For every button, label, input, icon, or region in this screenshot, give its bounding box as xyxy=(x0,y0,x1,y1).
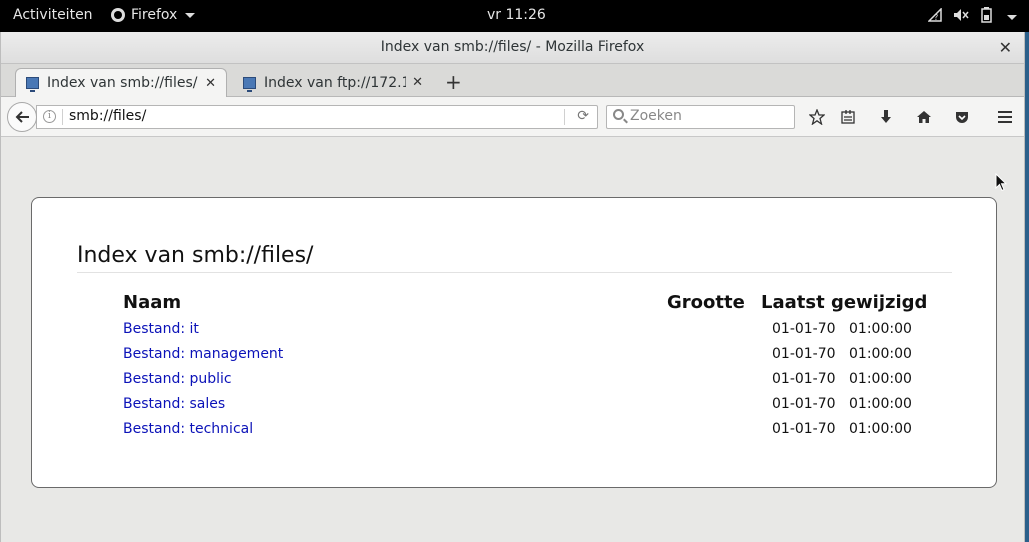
column-header-modified[interactable]: Laatst gewijzigd xyxy=(761,292,927,313)
window-titlebar[interactable]: Index van smb://files/ - Mozilla Firefox… xyxy=(1,32,1024,64)
column-header-size[interactable]: Grootte xyxy=(667,292,745,313)
battery-icon xyxy=(980,7,994,27)
modified-date: 01-01-70 xyxy=(772,346,836,362)
modified-date: 01-01-70 xyxy=(772,371,836,387)
search-input[interactable]: Zoeken xyxy=(606,105,795,129)
modified-time: 01:00:00 xyxy=(849,371,912,387)
svg-text:?: ? xyxy=(934,13,938,22)
search-placeholder: Zoeken xyxy=(630,108,682,124)
directory-listing-card: Index van smb://files/ Naam Grootte Laat… xyxy=(31,197,997,488)
modified-time: 01:00:00 xyxy=(849,321,912,337)
app-menu[interactable]: Firefox xyxy=(111,7,196,23)
window-title: Index van smb://files/ - Mozilla Firefox xyxy=(380,39,645,55)
firefox-icon xyxy=(111,8,125,22)
page-title: Index van smb://files/ xyxy=(77,243,314,268)
hamburger-menu-icon[interactable] xyxy=(993,105,1017,129)
clock[interactable]: vr 11:26 xyxy=(487,7,546,23)
tab-close-icon[interactable]: ✕ xyxy=(205,76,216,91)
modified-time: 01:00:00 xyxy=(849,396,912,412)
url-divider xyxy=(564,109,565,125)
downloads-icon[interactable] xyxy=(874,105,898,129)
site-info-icon[interactable]: i xyxy=(43,110,56,123)
tab-smb-files[interactable]: Index van smb://files/ ✕ xyxy=(15,68,227,97)
activities-button[interactable]: Activiteiten xyxy=(13,7,93,23)
page-content: Index van smb://files/ Naam Grootte Laat… xyxy=(1,138,1024,542)
table-row: Bestand: public 01-01-70 01:00:00 xyxy=(123,371,923,396)
system-status-area[interactable]: ? xyxy=(927,7,1017,27)
home-icon[interactable] xyxy=(912,105,936,129)
bookmarks-list-icon[interactable] xyxy=(836,105,860,129)
table-row: Bestand: it 01-01-70 01:00:00 xyxy=(123,321,923,346)
reload-icon[interactable]: ⟳ xyxy=(577,108,589,124)
system-menu-caret-icon xyxy=(1007,14,1017,20)
network-wireless-icon: ? xyxy=(927,7,942,26)
table-row: Bestand: management 01-01-70 01:00:00 xyxy=(123,346,923,371)
file-link[interactable]: Bestand: sales xyxy=(123,396,225,412)
navigation-toolbar: i smb://files/ ⟳ Zoeken xyxy=(1,97,1024,137)
gnome-top-bar: Activiteiten Firefox vr 11:26 ? xyxy=(0,0,1029,32)
table-row: Bestand: sales 01-01-70 01:00:00 xyxy=(123,396,923,421)
column-header-name[interactable]: Naam xyxy=(123,292,181,313)
url-text[interactable]: smb://files/ xyxy=(69,108,146,124)
bookmark-star-icon[interactable] xyxy=(805,105,829,129)
tab-ftp[interactable]: Index van ftp://172.16... ✕ xyxy=(233,68,433,97)
tab-label: Index van smb://files/ xyxy=(47,75,198,91)
app-menu-label: Firefox xyxy=(131,7,178,23)
file-link[interactable]: Bestand: technical xyxy=(123,421,253,437)
tab-bar: Index van smb://files/ ✕ Index van ftp:/… xyxy=(1,64,1024,97)
table-row: Bestand: technical 01-01-70 01:00:00 xyxy=(123,421,923,446)
pocket-icon[interactable] xyxy=(950,105,974,129)
file-link[interactable]: Bestand: it xyxy=(123,321,199,337)
modified-date: 01-01-70 xyxy=(772,321,836,337)
volume-muted-icon xyxy=(953,8,969,26)
tab-close-icon[interactable]: ✕ xyxy=(412,75,423,90)
modified-date: 01-01-70 xyxy=(772,396,836,412)
chevron-down-icon xyxy=(185,12,196,18)
modified-date: 01-01-70 xyxy=(772,421,836,437)
firefox-window: Index van smb://files/ - Mozilla Firefox… xyxy=(0,32,1025,542)
file-link[interactable]: Bestand: public xyxy=(123,371,232,387)
window-close-button[interactable]: ✕ xyxy=(999,32,1012,63)
computer-favicon-icon xyxy=(26,77,39,92)
search-icon xyxy=(613,109,624,120)
computer-favicon-icon xyxy=(243,76,256,92)
file-link[interactable]: Bestand: management xyxy=(123,346,283,362)
back-button[interactable] xyxy=(7,102,37,132)
modified-time: 01:00:00 xyxy=(849,421,912,437)
url-divider xyxy=(62,109,63,125)
modified-time: 01:00:00 xyxy=(849,346,912,362)
back-arrow-icon xyxy=(15,111,29,123)
tab-label: Index van ftp://172.16... xyxy=(264,74,407,91)
new-tab-button[interactable]: + xyxy=(445,70,462,94)
divider xyxy=(77,272,952,273)
url-bar[interactable]: i smb://files/ ⟳ xyxy=(36,105,598,129)
